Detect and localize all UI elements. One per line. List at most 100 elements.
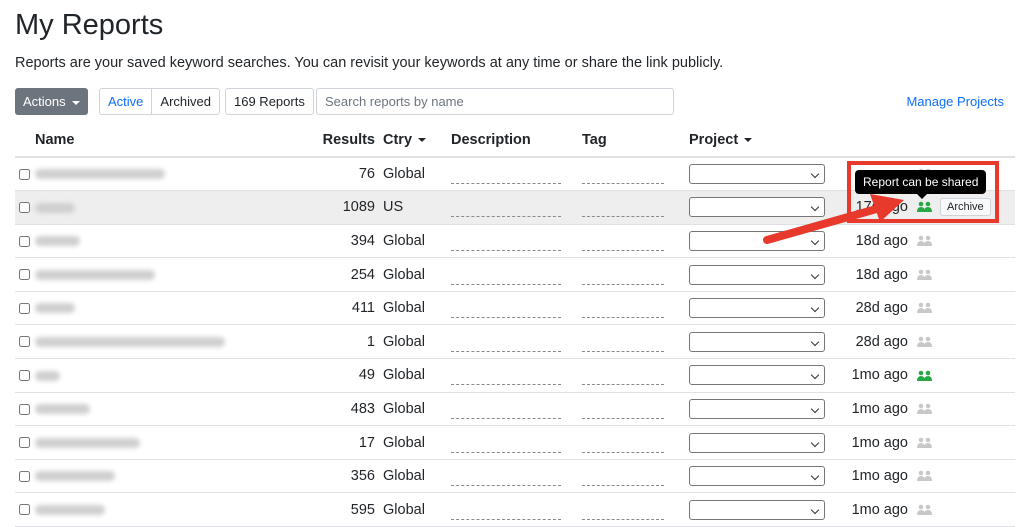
description-editable[interactable] — [451, 199, 561, 218]
report-name-cell[interactable] — [35, 257, 260, 292]
table-row[interactable]: 394 Global 18d ago — [15, 224, 1015, 259]
users-icon[interactable] — [916, 302, 934, 314]
users-icon[interactable] — [916, 336, 934, 348]
tag-cell[interactable] — [582, 291, 689, 326]
name-column-header[interactable]: Name — [35, 124, 260, 158]
report-name-cell[interactable] — [35, 425, 260, 460]
description-editable[interactable] — [451, 367, 561, 386]
project-select[interactable] — [689, 264, 825, 285]
report-name-cell[interactable] — [35, 291, 260, 326]
report-name-redacted[interactable] — [35, 269, 155, 280]
row-checkbox[interactable] — [19, 336, 30, 348]
description-editable[interactable] — [451, 300, 561, 319]
users-icon[interactable] — [916, 504, 934, 516]
report-name-redacted[interactable] — [35, 370, 60, 381]
tag-cell[interactable] — [582, 392, 689, 427]
archive-button[interactable]: Archive — [940, 198, 991, 217]
table-row[interactable]: 17 Global 1mo ago — [15, 425, 1015, 460]
description-editable[interactable] — [451, 334, 561, 352]
tag-editable[interactable] — [582, 401, 664, 419]
report-name-cell[interactable] — [35, 392, 260, 427]
tag-editable[interactable] — [582, 334, 664, 352]
description-cell[interactable] — [451, 392, 582, 427]
actions-dropdown-button[interactable]: Actions — [15, 88, 88, 115]
report-name-cell[interactable] — [35, 492, 260, 527]
users-icon[interactable] — [916, 470, 934, 482]
project-select[interactable] — [689, 398, 825, 419]
row-checkbox[interactable] — [19, 437, 30, 449]
description-editable[interactable] — [451, 401, 561, 419]
row-checkbox[interactable] — [19, 269, 30, 281]
description-editable[interactable] — [451, 233, 561, 251]
description-cell[interactable] — [451, 324, 582, 360]
report-name-cell[interactable] — [35, 459, 260, 494]
tag-cell[interactable] — [582, 459, 689, 494]
row-checkbox[interactable] — [19, 403, 30, 415]
active-filter-button[interactable]: Active — [100, 89, 151, 114]
project-select[interactable] — [689, 331, 825, 352]
project-select[interactable] — [689, 197, 825, 218]
project-select[interactable] — [689, 365, 825, 386]
users-icon[interactable] — [916, 269, 934, 281]
report-name-redacted[interactable] — [35, 202, 75, 213]
report-name-cell[interactable] — [35, 358, 260, 393]
results-column-header[interactable]: Results — [260, 124, 383, 158]
tag-editable[interactable] — [582, 435, 664, 453]
project-column-header[interactable]: Project — [689, 124, 848, 158]
row-checkbox[interactable] — [19, 470, 30, 482]
ctry-column-header[interactable]: Ctry — [383, 124, 451, 158]
tag-editable[interactable] — [582, 502, 664, 520]
description-cell[interactable] — [451, 425, 582, 460]
tag-editable[interactable] — [582, 300, 664, 319]
project-select[interactable] — [689, 298, 825, 319]
report-name-redacted[interactable] — [35, 471, 115, 482]
row-checkbox[interactable] — [19, 504, 30, 516]
manage-projects-link[interactable]: Manage Projects — [906, 94, 1004, 109]
table-row[interactable]: 49 Global 1mo ago — [15, 358, 1015, 393]
description-cell[interactable] — [451, 257, 582, 292]
tag-editable[interactable] — [582, 166, 664, 185]
project-select[interactable] — [689, 432, 825, 453]
tag-editable[interactable] — [582, 267, 664, 285]
users-icon[interactable] — [916, 403, 934, 415]
tag-cell[interactable] — [582, 224, 689, 259]
tag-cell[interactable] — [582, 257, 689, 292]
project-select[interactable] — [689, 466, 825, 487]
table-row[interactable]: 254 Global 18d ago — [15, 257, 1015, 292]
report-name-cell[interactable] — [35, 324, 260, 360]
description-cell[interactable] — [451, 157, 582, 192]
description-editable[interactable] — [451, 435, 561, 453]
tag-editable[interactable] — [582, 367, 664, 386]
report-name-redacted[interactable] — [35, 236, 80, 247]
report-count[interactable]: 169 Reports — [225, 88, 314, 115]
search-input[interactable] — [316, 88, 674, 115]
table-row[interactable]: 356 Global 1mo ago — [15, 459, 1015, 494]
report-name-redacted[interactable] — [35, 437, 140, 448]
table-row[interactable]: 483 Global 1mo ago — [15, 392, 1015, 427]
report-name-redacted[interactable] — [35, 303, 75, 314]
description-cell[interactable] — [451, 358, 582, 393]
report-name-redacted[interactable] — [35, 336, 225, 347]
tag-cell[interactable] — [582, 492, 689, 527]
tag-cell[interactable] — [582, 190, 689, 225]
report-name-cell[interactable] — [35, 190, 260, 225]
users-icon[interactable] — [916, 437, 934, 449]
report-name-redacted[interactable] — [35, 404, 90, 415]
archived-filter-button[interactable]: Archived — [151, 89, 219, 114]
description-cell[interactable] — [451, 291, 582, 326]
users-icon[interactable] — [916, 370, 934, 382]
description-cell[interactable] — [451, 224, 582, 259]
tag-cell[interactable] — [582, 425, 689, 460]
row-checkbox[interactable] — [19, 370, 30, 382]
users-icon[interactable] — [916, 201, 934, 213]
description-cell[interactable] — [451, 492, 582, 527]
description-cell[interactable] — [451, 459, 582, 494]
report-name-redacted[interactable] — [35, 504, 105, 515]
project-select[interactable] — [689, 499, 825, 520]
report-name-cell[interactable] — [35, 157, 260, 192]
description-editable[interactable] — [451, 502, 561, 520]
table-row[interactable]: 1 Global 28d ago — [15, 324, 1015, 360]
description-editable[interactable] — [451, 166, 561, 185]
description-editable[interactable] — [451, 267, 561, 285]
table-row[interactable]: 411 Global 28d ago — [15, 291, 1015, 326]
